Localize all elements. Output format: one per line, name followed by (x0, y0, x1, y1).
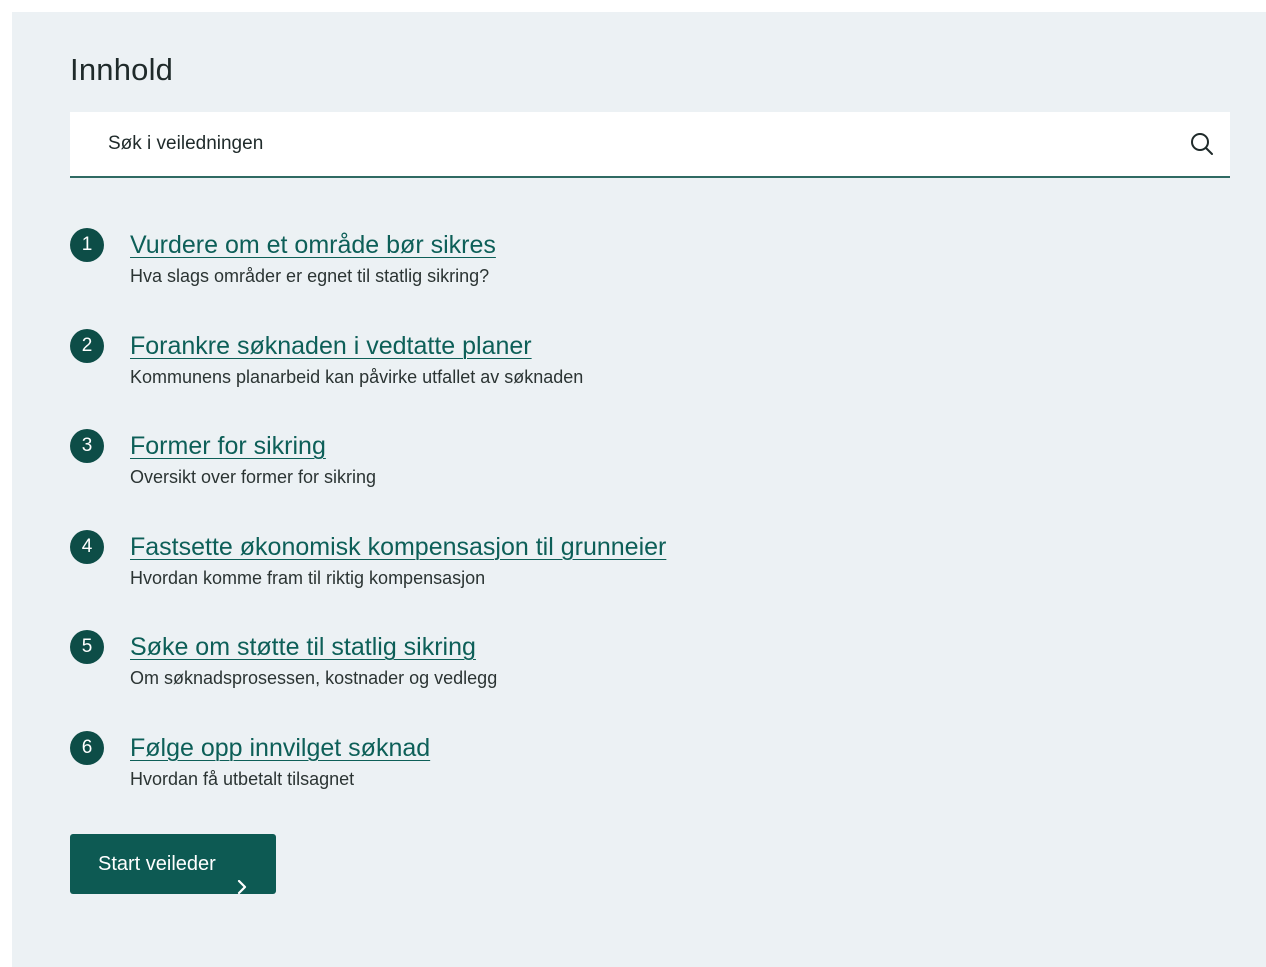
search-icon[interactable] (1188, 130, 1216, 158)
step-number-badge: 2 (70, 328, 104, 363)
step-link[interactable]: Forankre søknaden i vedtatte planer (130, 329, 532, 363)
step-link[interactable]: Fastsette økonomisk kompensasjon til gru… (130, 530, 666, 564)
step-number-badge: 5 (70, 630, 104, 664)
step-link[interactable]: Vurdere om et område bør sikres (130, 228, 496, 262)
step-number-badge: 3 (70, 429, 104, 463)
step-description: Om søknadsprosessen, kostnader og vedleg… (130, 668, 498, 688)
step-description: Hvordan komme fram til riktig kompensasj… (130, 567, 486, 588)
page-title: Innhold (70, 52, 174, 87)
contents-panel: Innhold 1 Vurdere om et område bør sikre… (12, 12, 1266, 967)
list-item: 1 Vurdere om et område bør sikres Hva sl… (70, 228, 1170, 329)
start-guide-button[interactable]: Start veileder (70, 834, 276, 895)
start-guide-label: Start veileder (98, 853, 216, 875)
step-description: Hva slags områder er egnet til statlig s… (130, 266, 490, 286)
search-input[interactable] (70, 112, 1150, 176)
step-link[interactable]: Søke om støtte til statlig sikring (130, 630, 476, 664)
step-number-badge: 4 (70, 529, 104, 564)
list-item: 2 Forankre søknaden i vedtatte planer Ko… (70, 328, 1170, 430)
step-link[interactable]: Former for sikring (130, 429, 326, 463)
step-list: 1 Vurdere om et område bør sikres Hva sl… (70, 228, 1170, 831)
search-bar (70, 112, 1230, 178)
list-item: 3 Former for sikring Oversikt over forme… (70, 429, 1170, 530)
step-link[interactable]: Følge opp innvilget søknad (130, 731, 430, 765)
chevron-right-icon (236, 858, 248, 918)
list-item: 5 Søke om støtte til statlig sikring Om … (70, 630, 1170, 731)
step-description: Hvordan få utbetalt tilsagnet (130, 768, 355, 789)
step-description: Kommunens planarbeid kan påvirke utfalle… (130, 366, 584, 387)
list-item: 4 Fastsette økonomisk kompensasjon til g… (70, 529, 1170, 631)
list-item: 6 Følge opp innvilget søknad Hvordan få … (70, 730, 1170, 832)
step-number-badge: 1 (70, 228, 104, 262)
step-description: Oversikt over former for sikring (130, 467, 377, 487)
step-number-badge: 6 (70, 730, 104, 765)
